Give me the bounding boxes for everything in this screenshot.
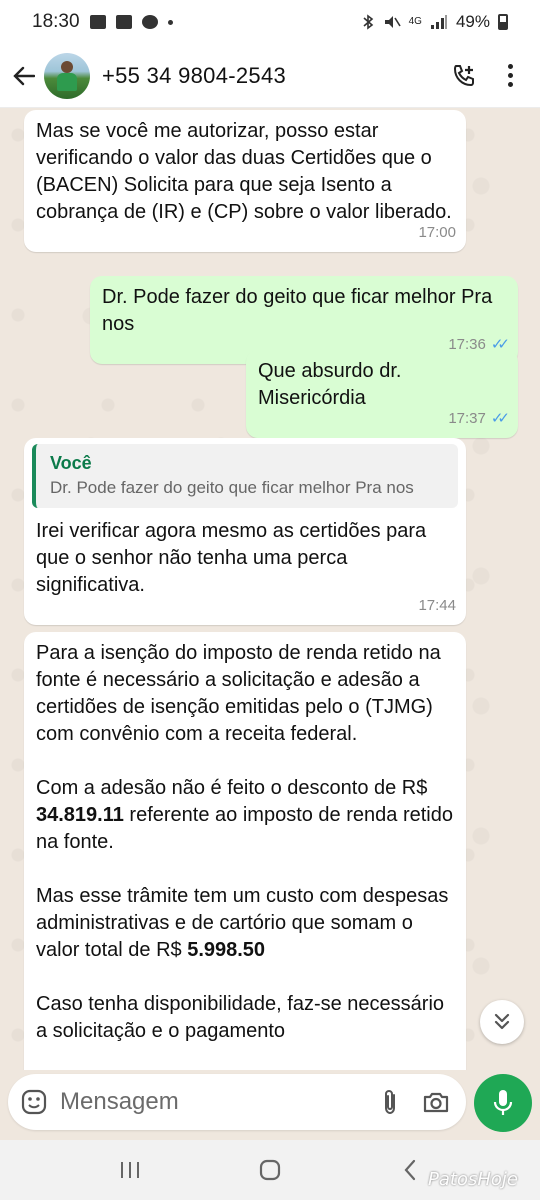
message-bubble-outgoing[interactable]: Que absurdo dr. Misericórdia 17:37 ✓✓ <box>246 350 518 438</box>
chat-notification-icon <box>141 15 158 29</box>
chat-area[interactable]: Mas se você me autorizar, posso estar ve… <box>0 108 540 1070</box>
composer <box>0 1070 540 1140</box>
quoted-message[interactable]: Você Dr. Pode fazer do geito que ficar m… <box>32 444 458 508</box>
home-icon[interactable] <box>240 1140 300 1200</box>
message-text: Dr. Pode fazer do geito que ficar melhor… <box>102 286 493 335</box>
message-paragraph: Mas esse trâmite tem um custo com despes… <box>36 885 449 961</box>
paperclip-icon[interactable] <box>368 1074 412 1130</box>
app-notification-icon <box>115 15 132 29</box>
mute-icon <box>384 16 401 28</box>
status-bar: 18:30 4G 49% <box>0 0 540 44</box>
status-time: 18:30 <box>32 11 80 32</box>
battery-percent: 49% <box>455 12 490 31</box>
message-text: Irei verificar agora mesmo as certidões … <box>36 520 427 596</box>
mic-icon <box>493 1090 513 1115</box>
mic-button[interactable] <box>474 1074 532 1132</box>
scroll-to-bottom-button[interactable] <box>480 1000 524 1044</box>
read-receipt-icon: ✓✓ <box>490 410 510 427</box>
system-nav-bar: PatosHoje <box>0 1140 540 1200</box>
quote-author: Você <box>50 453 92 473</box>
message-time: 17:37 <box>448 410 486 427</box>
avatar[interactable] <box>44 52 90 99</box>
recent-apps-icon[interactable] <box>100 1140 160 1200</box>
amount-highlight: 34.819.11 <box>36 804 124 826</box>
add-call-icon[interactable] <box>440 44 488 108</box>
message-bubble-incoming[interactable]: Mas se você me autorizar, posso estar ve… <box>24 110 466 252</box>
amount-highlight: 5.998.50 <box>187 939 266 961</box>
more-notifications-icon <box>167 19 173 25</box>
message-time: 17:44 <box>418 597 456 614</box>
message-input-container <box>8 1074 466 1130</box>
message-text: Mas se você me autorizar, posso estar ve… <box>36 120 452 223</box>
watermark: PatosHoje <box>428 1169 518 1190</box>
message-time: 17:00 <box>418 224 456 241</box>
contact-name[interactable]: +55 34 9804-2543 <box>102 63 286 89</box>
message-text: Que absurdo dr. Misericórdia <box>258 360 402 409</box>
message-bubble-incoming[interactable]: Você Dr. Pode fazer do geito que ficar m… <box>24 438 466 625</box>
message-paragraph: Com a adesão não é feito o desconto de R… <box>36 777 453 853</box>
more-vert-icon[interactable] <box>488 44 532 108</box>
message-paragraph: Caso tenha disponibilidade, faz-se neces… <box>36 993 445 1042</box>
camera-icon[interactable] <box>412 1074 460 1130</box>
sticker-icon[interactable] <box>8 1074 60 1130</box>
chat-header: +55 34 9804-2543 <box>0 44 540 108</box>
quote-text: Dr. Pode fazer do geito que ficar melhor… <box>50 478 414 497</box>
message-paragraph: Para a isenção do imposto de renda retid… <box>36 642 441 745</box>
bluetooth-icon <box>363 14 373 30</box>
arrow-left-icon[interactable] <box>4 44 44 108</box>
gallery-notification-icon <box>89 15 106 29</box>
network-type: 4G <box>408 16 422 27</box>
double-chevron-down-icon <box>494 1013 510 1030</box>
message-input[interactable] <box>60 1088 350 1116</box>
battery-icon <box>498 14 508 30</box>
signal-icon <box>430 15 447 29</box>
message-bubble-incoming[interactable]: Para a isenção do imposto de renda retid… <box>24 632 466 1070</box>
